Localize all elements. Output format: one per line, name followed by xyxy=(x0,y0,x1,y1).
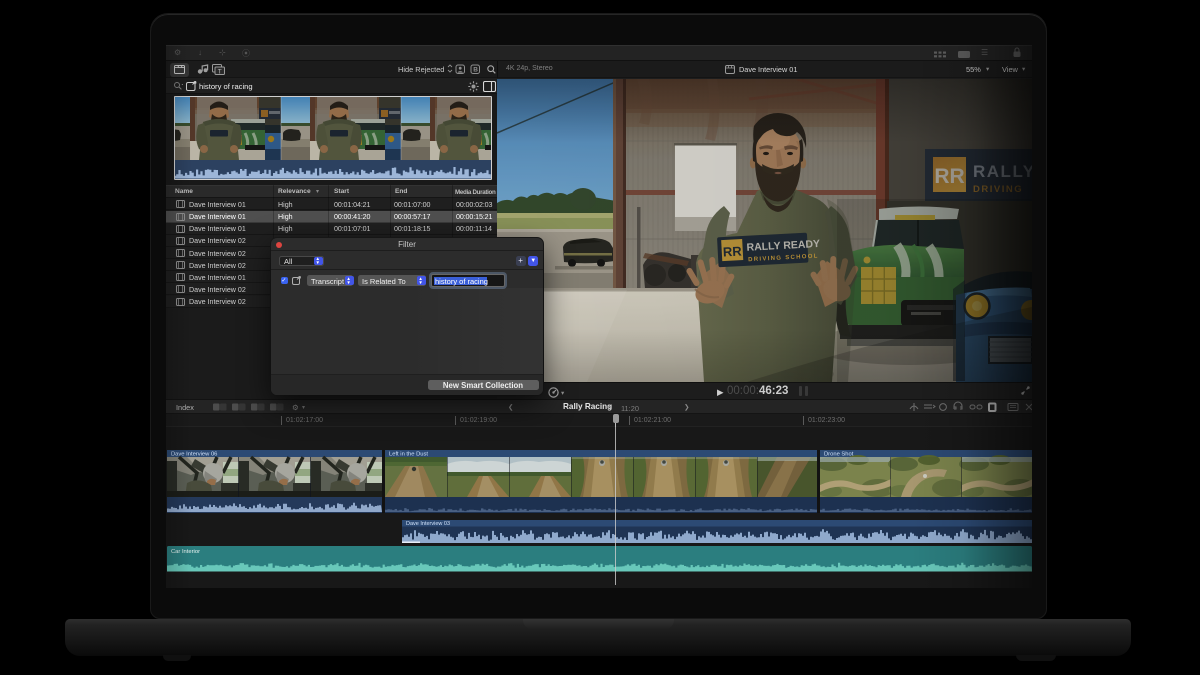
svg-text:Car Interior: Car Interior xyxy=(171,549,200,555)
svg-text:Drone Shot: Drone Shot xyxy=(824,452,854,458)
svg-text:Dave Interview 06: Dave Interview 06 xyxy=(171,452,217,458)
svg-text:Left in the Dust: Left in the Dust xyxy=(389,452,428,458)
svg-text:T: T xyxy=(218,68,222,75)
svg-text:Dave Interview 03: Dave Interview 03 xyxy=(406,521,450,527)
svg-text:B: B xyxy=(473,67,478,74)
